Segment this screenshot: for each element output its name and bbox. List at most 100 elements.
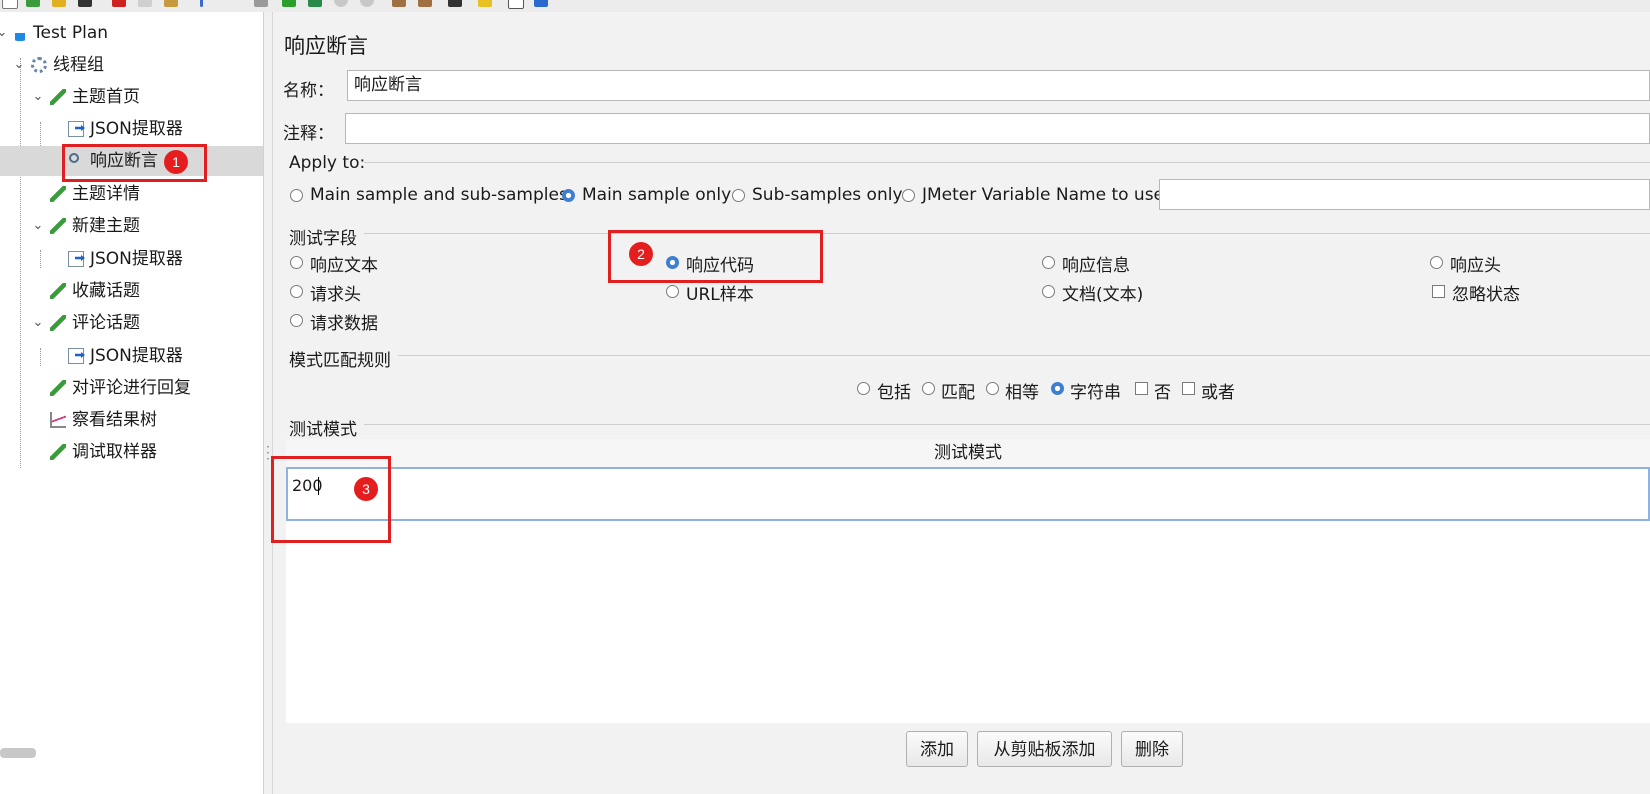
comment-field[interactable] [345, 113, 1650, 144]
tree-node-sampler[interactable]: 主题详情 [0, 179, 263, 209]
rule-substring-radio[interactable] [1051, 382, 1064, 395]
field-url-sampled-radio[interactable] [666, 285, 679, 298]
tree-node-sampler[interactable]: ⌄ 主题首页 [0, 82, 263, 112]
expand-icon[interactable] [200, 0, 203, 7]
pen-icon [50, 315, 66, 331]
templates-icon[interactable] [26, 0, 40, 7]
field-option-label: 响应文本 [310, 256, 378, 276]
jmeter-variable-field[interactable] [1159, 179, 1650, 210]
apply-jmeter-var-radio[interactable] [902, 189, 915, 202]
copy-icon[interactable] [138, 0, 152, 7]
field-option-label: 响应信息 [1062, 256, 1130, 276]
field-request-headers-radio[interactable] [290, 285, 303, 298]
save-icon[interactable] [78, 0, 92, 7]
tree-scrollbar[interactable] [0, 748, 36, 758]
field-document-radio[interactable] [1042, 285, 1055, 298]
tree-node-thread-group[interactable]: ⌄ 线程组 [0, 50, 263, 80]
add-button[interactable]: 添加 [906, 731, 968, 767]
doc-arrow-icon [68, 121, 84, 137]
apply-sub-only-radio[interactable] [732, 189, 745, 202]
annotation-badge-3: 3 [354, 477, 378, 501]
tree-node-label: 新建主题 [72, 216, 140, 236]
tree-node-listener[interactable]: 察看结果树 [0, 405, 263, 435]
function-helper-icon[interactable] [508, 0, 524, 9]
new-icon[interactable] [2, 0, 18, 9]
pattern-row-editor[interactable] [286, 467, 1650, 521]
annotation-badge-2: 2 [629, 242, 653, 266]
tree-node-test-plan[interactable]: ⌄ Test Plan [0, 18, 263, 48]
paste-icon[interactable] [164, 0, 178, 7]
tree-node-sampler[interactable]: 收藏话题 [0, 276, 263, 306]
name-label: 名称： [283, 81, 334, 101]
rule-or-checkbox[interactable] [1182, 382, 1195, 395]
chevron-down-icon[interactable]: ⌄ [32, 211, 44, 241]
reset-search-icon[interactable] [478, 0, 492, 7]
field-response-message-radio[interactable] [1042, 256, 1055, 269]
field-option-label: 文档(文本) [1062, 285, 1144, 305]
tree-node-sampler[interactable]: 对评论进行回复 [0, 373, 263, 403]
open-icon[interactable] [52, 0, 66, 7]
patterns-to-test-label: 测试模式 [289, 420, 357, 440]
tree-node-label: JSON提取器 [90, 119, 183, 139]
annotation-box-3 [271, 456, 391, 543]
field-option-label: 请求头 [310, 285, 361, 305]
ignore-status-checkbox[interactable] [1432, 285, 1445, 298]
chevron-down-icon[interactable]: ⌄ [13, 50, 25, 80]
rule-matches-radio[interactable] [922, 382, 935, 395]
apply-to-label: Apply to: [289, 153, 366, 173]
rule-contains-radio[interactable] [857, 382, 870, 395]
toolbar [0, 0, 1650, 12]
tree-node-extractor[interactable]: JSON提取器 [0, 114, 263, 144]
tree-node-sampler[interactable]: ⌄ 评论话题 [0, 308, 263, 338]
tree-node-sampler[interactable]: 调试取样器 [0, 437, 263, 467]
apply-main-only-radio[interactable] [562, 189, 575, 202]
tree-node-label: JSON提取器 [90, 249, 183, 269]
splitter-handle-icon[interactable]: · · · [266, 441, 270, 465]
tree-node-label: 察看结果树 [72, 410, 157, 430]
start-no-pause-icon[interactable] [308, 0, 322, 7]
clear-icon[interactable] [392, 0, 406, 7]
tree-node-label: 调试取样器 [72, 442, 157, 462]
help-icon[interactable] [534, 0, 548, 7]
field-to-test-divider [364, 233, 1650, 234]
chevron-down-icon[interactable]: ⌄ [0, 18, 8, 48]
toggle-icon[interactable] [254, 0, 268, 7]
pen-icon [50, 186, 66, 202]
rule-equals-radio[interactable] [986, 382, 999, 395]
field-request-data-radio[interactable] [290, 314, 303, 327]
clear-all-icon[interactable] [418, 0, 432, 7]
apply-option-label: Main sample and sub-samples [310, 185, 568, 205]
cut-icon[interactable] [112, 0, 126, 7]
field-response-text-radio[interactable] [290, 256, 303, 269]
name-field[interactable]: 响应断言 [347, 70, 1650, 101]
tree-node-label: 对评论进行回复 [72, 378, 191, 398]
panel-splitter[interactable] [264, 12, 273, 794]
pen-icon [50, 380, 66, 396]
tree-node-label: 线程组 [53, 55, 104, 75]
chevron-down-icon[interactable]: ⌄ [32, 82, 44, 112]
pen-icon [50, 218, 66, 234]
apply-main-and-sub-radio[interactable] [290, 189, 303, 202]
rule-option-label: 否 [1154, 383, 1171, 403]
apply-to-divider [364, 162, 1650, 163]
search-icon[interactable] [448, 0, 462, 7]
panel-title: 响应断言 [284, 34, 368, 58]
delete-button[interactable]: 删除 [1121, 731, 1183, 767]
shutdown-icon[interactable] [360, 0, 374, 7]
doc-arrow-icon [68, 348, 84, 364]
annotation-badge-1: 1 [164, 150, 188, 174]
patterns-column-header[interactable]: 测试模式 [286, 439, 1650, 468]
tree-node-label: 评论话题 [72, 313, 140, 333]
tree-node-sampler[interactable]: ⌄ 新建主题 [0, 211, 263, 241]
field-response-headers-radio[interactable] [1430, 256, 1443, 269]
tree-node-extractor[interactable]: JSON提取器 [0, 341, 263, 371]
tree-node-label: 主题详情 [72, 184, 140, 204]
stop-icon[interactable] [334, 0, 348, 7]
tree-node-label: JSON提取器 [90, 346, 183, 366]
chevron-down-icon[interactable]: ⌄ [32, 308, 44, 338]
rule-not-checkbox[interactable] [1135, 382, 1148, 395]
add-from-clipboard-button[interactable]: 从剪贴板添加 [977, 731, 1112, 767]
tree-node-extractor[interactable]: JSON提取器 [0, 244, 263, 274]
tree-node-label: 收藏话题 [72, 281, 140, 301]
start-icon[interactable] [282, 0, 296, 7]
